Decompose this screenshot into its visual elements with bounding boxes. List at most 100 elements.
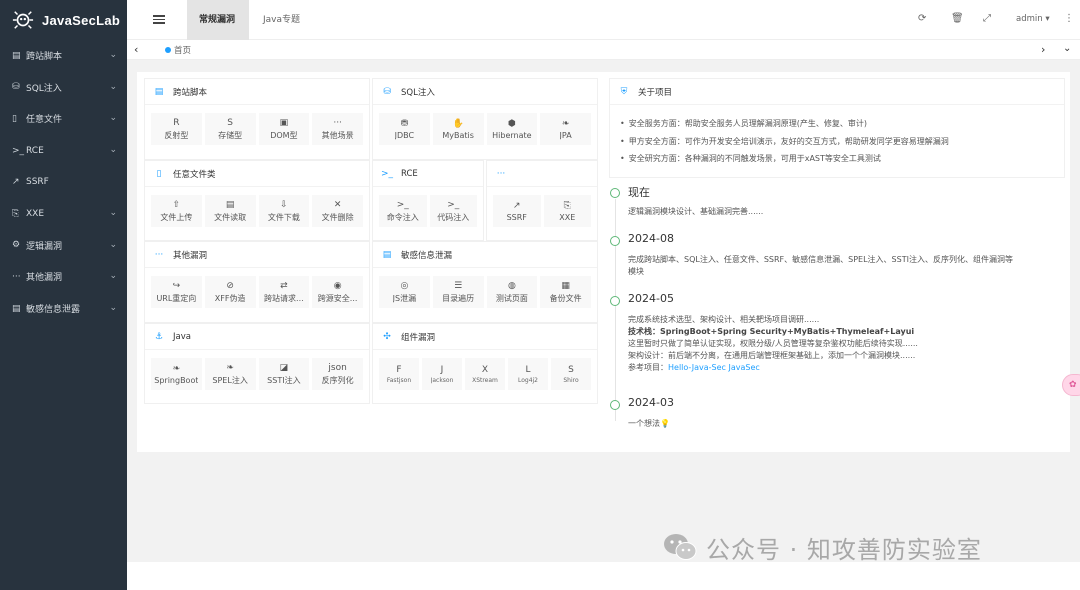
timeline-date: 2024-05	[628, 292, 674, 305]
item-sensitive-1[interactable]: ☰ 目录遍历	[432, 276, 484, 308]
item-label: Hibernate	[492, 131, 532, 140]
item-other-2[interactable]: ⇄ 跨站请求...	[258, 276, 310, 308]
chevron-left-icon[interactable]: ‹	[134, 43, 138, 56]
item-component-1[interactable]: J Jackson	[422, 358, 462, 390]
card-file: ▯ 任意文件类 ⇧ 文件上传 ▤ 文件读取 ⇩ 文件下载 ✕ 文件删除	[144, 160, 370, 241]
sidebar-item-label: RCE	[26, 145, 44, 156]
item-sqli-2[interactable]: ⬢ Hibernate	[486, 113, 538, 145]
item-other-3[interactable]: ◉ 跨源安全...	[312, 276, 363, 308]
chevron-down-icon[interactable]: ⌄	[109, 82, 117, 92]
item-component-2[interactable]: X XStream	[465, 358, 505, 390]
item-sqli-1[interactable]: ✋ MyBatis	[432, 113, 484, 145]
item-component-0[interactable]: F Fastjson	[379, 358, 419, 390]
sidebar-item-xss[interactable]: ▤ 跨站脚本 ⌄	[0, 40, 127, 72]
floating-helper-button[interactable]: ✿	[1062, 374, 1080, 396]
item-file-2[interactable]: ⇩ 文件下载	[258, 195, 310, 227]
timeline-dot-icon	[610, 188, 620, 198]
sidebar-item-label: SQL注入	[26, 83, 62, 94]
item-file-0[interactable]: ⇧ 文件上传	[151, 195, 202, 227]
chevron-down-icon[interactable]: ⌄	[109, 50, 117, 60]
chevron-down-icon[interactable]: ⌄	[109, 145, 117, 155]
item-xss-2[interactable]: ▣ DOM型	[258, 113, 310, 145]
tab-java-topics[interactable]: Java专题	[251, 0, 312, 40]
chevron-right-icon[interactable]: ›	[1041, 43, 1045, 56]
sidebar-item-file[interactable]: ▯ 任意文件 ⌄	[0, 103, 127, 135]
nav-icon: ⎘	[12, 208, 20, 219]
sidebar-item-sensitive[interactable]: ▤ 敏感信息泄露 ⌄	[0, 293, 127, 325]
item-label: SPEL注入	[212, 376, 248, 385]
item-java-3[interactable]: json 反序列化	[312, 358, 363, 390]
item-sensitive-3[interactable]: ▦ 备份文件	[540, 276, 591, 308]
chevron-down-icon[interactable]: ⌄	[109, 208, 117, 218]
about-line: 甲方安全方面：可作为开发安全培训演示，友好的交互方式，帮助研发同学更容易理解漏洞	[620, 133, 1064, 151]
item-icon: ▤	[225, 200, 235, 210]
chevron-down-icon[interactable]: ⌄	[109, 240, 117, 250]
item-label: 文件上传	[160, 213, 193, 222]
item-sqli-0[interactable]: ⛃ JDBC	[379, 113, 430, 145]
item-icon: ✕	[333, 200, 342, 210]
card-title: 敏感信息泄漏	[401, 250, 453, 261]
nav-icon: ▤	[12, 303, 21, 314]
timeline-line-text: 一个想法💡	[628, 419, 670, 428]
item-other-0[interactable]: ↪ URL重定向	[151, 276, 202, 308]
trash-icon[interactable]: 🗑	[951, 13, 964, 24]
item-java-1[interactable]: ❧ SPEL注入	[204, 358, 256, 390]
item-component-4[interactable]: S Shiro	[551, 358, 591, 390]
user-menu[interactable]: admin ▾	[1016, 14, 1050, 24]
item-icon: ⇄	[280, 281, 288, 291]
item-label: Log4j2	[517, 377, 539, 384]
more-vertical-icon[interactable]: ⋮	[1064, 13, 1074, 24]
chevron-down-icon[interactable]: ⌄	[1063, 43, 1071, 54]
item-sensitive-0[interactable]: ◎ JS泄漏	[379, 276, 430, 308]
refresh-icon[interactable]: ⟳	[918, 13, 926, 24]
item-xss-1[interactable]: S 存储型	[204, 113, 256, 145]
item-other-1[interactable]: ⊘ XFF伪造	[204, 276, 256, 308]
timeline-text: 逻辑漏洞模块设计、基础漏洞完善......	[628, 206, 1058, 218]
item-file-3[interactable]: ✕ 文件删除	[312, 195, 363, 227]
item-sensitive-2[interactable]: ◍ 测试页面	[486, 276, 538, 308]
sidebar-item-logic[interactable]: ⚙ 逻辑漏洞 ⌄	[0, 230, 127, 262]
chevron-down-icon[interactable]: ⌄	[109, 271, 117, 281]
item-label: Jackson	[430, 377, 454, 384]
item-icon: json	[328, 363, 347, 373]
item-icon: >_	[447, 200, 460, 210]
item-xss-3[interactable]: ··· 其他场景	[312, 113, 363, 145]
menu-toggle-icon[interactable]	[153, 13, 165, 27]
item-icon: ▦	[561, 281, 570, 291]
item-java-0[interactable]: ❧ SpringBoot	[151, 358, 202, 390]
sidebar-item-rce[interactable]: >_ RCE ⌄	[0, 135, 127, 167]
card-icon: >_	[381, 168, 394, 179]
item-xss-0[interactable]: R 反射型	[151, 113, 202, 145]
item-file-1[interactable]: ▤ 文件读取	[204, 195, 256, 227]
item-label: 代码注入	[437, 213, 470, 222]
item-misc-0[interactable]: ↗ SSRF	[493, 195, 541, 227]
item-misc-1[interactable]: ⎘ XXE	[543, 195, 591, 227]
sidebar-item-ssrf[interactable]: ↗ SSRF	[0, 166, 127, 198]
card-rce: >_ RCE >_ 命令注入 >_ 代码注入	[372, 160, 484, 241]
chevron-down-icon[interactable]: ⌄	[109, 303, 117, 313]
timeline-dot-icon	[610, 296, 620, 306]
breadcrumb-home[interactable]: 首页	[174, 44, 191, 56]
sidebar-item-label: 其他漏洞	[26, 273, 63, 284]
chevron-down-icon[interactable]: ⌄	[109, 113, 117, 123]
sidebar-item-xxe[interactable]: ⎘ XXE ⌄	[0, 198, 127, 230]
item-java-2[interactable]: ◪ SSTI注入	[258, 358, 310, 390]
item-icon: ❧	[561, 119, 570, 129]
sidebar-item-label: 敏感信息泄露	[26, 305, 81, 316]
item-sqli-3[interactable]: ❧ JPA	[540, 113, 591, 145]
item-rce-1[interactable]: >_ 代码注入	[429, 195, 477, 227]
item-icon: ⛃	[400, 119, 409, 129]
item-rce-0[interactable]: >_ 命令注入	[379, 195, 427, 227]
item-label: 存储型	[218, 131, 243, 140]
app-title: JavaSecLab	[42, 12, 121, 28]
sidebar-item-other[interactable]: ··· 其他漏洞 ⌄	[0, 261, 127, 293]
fullscreen-icon[interactable]: ⤢	[983, 13, 991, 24]
timeline-text: 一个想法💡	[628, 418, 1058, 430]
reference-project-link[interactable]: Hello-Java-Sec JavaSec	[668, 363, 760, 372]
item-component-3[interactable]: L Log4j2	[508, 358, 548, 390]
tab-regular-vulns[interactable]: 常规漏洞	[187, 0, 249, 40]
item-label: 跨源安全...	[317, 294, 358, 303]
item-label: SSTI注入	[267, 376, 301, 385]
sidebar-item-sqli[interactable]: ⛁ SQL注入 ⌄	[0, 72, 127, 104]
logo[interactable]: JavaSecLab	[0, 0, 127, 40]
